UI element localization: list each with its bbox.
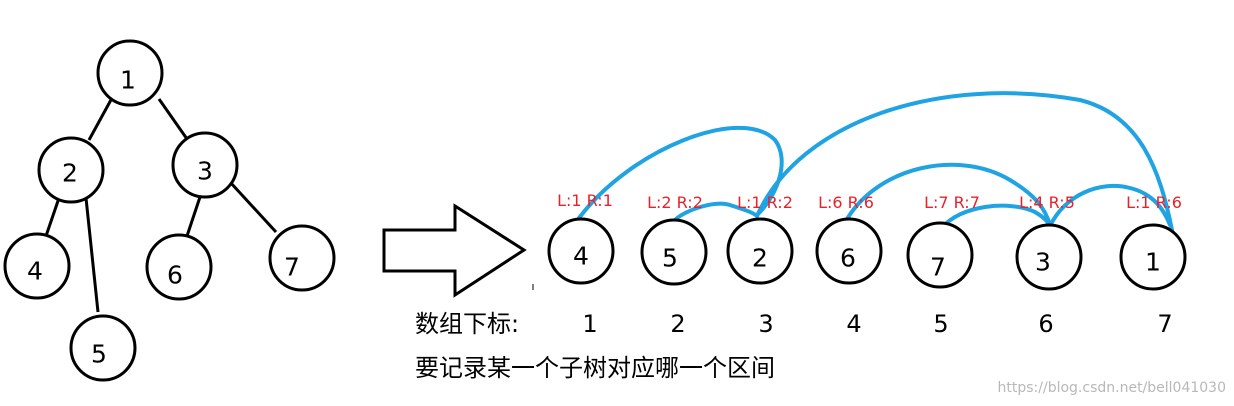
array-node-label: 7 [930,253,946,282]
tree-node-5: 5 [69,314,137,382]
array-node-3: L:1 R:2 2 [726,193,794,285]
tree-node-label: 7 [284,253,300,282]
tree-node-label: 6 [167,261,183,290]
range-label: L:2 R:2 [647,193,703,212]
tree-edge-1-3 [157,98,189,140]
array-node-label: 6 [840,244,856,273]
range-label: L:1 R:2 [737,193,793,212]
array-index: 5 [933,310,948,338]
array-node-4: L:6 R:6 6 [815,193,883,285]
tree-node-label: 1 [120,66,136,95]
array-node-label: 2 [752,244,768,273]
tree-node-label: 2 [62,159,78,188]
tree-node-label: 4 [27,257,43,286]
range-label: L:7 R:7 [924,193,980,212]
array-index: 4 [846,310,861,338]
array-index: 1 [582,310,597,338]
tree-node-6: 6 [145,233,213,301]
tree-edge-2-4 [44,197,61,237]
array-node-label: 4 [573,242,589,271]
tree-node-2: 2 [37,136,105,204]
tree-node-label: 3 [197,157,213,186]
range-label: L:4 R:5 [1019,193,1075,212]
array-node-7: L:1 R:6 1 [1119,193,1187,291]
array-index: 3 [758,310,773,338]
index-caption: 数组下标: [415,310,519,338]
array-node-5: L:7 R:7 7 [906,193,980,289]
tree-edge-3-6 [185,193,203,237]
array-node-6: L:4 R:5 3 [1015,193,1083,291]
tree-node-7: 7 [268,224,336,292]
diagram-caption: 要记录某一个子树对应哪一个区间 [415,354,775,382]
tree-node-4: 4 [3,232,71,300]
watermark: https://blog.csdn.net/bell041030 [998,380,1226,396]
range-label: L:1 R:1 [557,191,613,210]
array-index: 2 [670,310,685,338]
array-node-1: L:1 R:1 4 [547,191,615,285]
tree-edge-1-2 [87,97,114,141]
array-node-2: L:2 R:2 5 [640,193,708,286]
tree-node-3: 3 [171,131,239,199]
transform-arrow-icon [382,203,527,298]
array-node-label: 5 [662,244,678,273]
range-label: L:6 R:6 [818,193,874,212]
array-index: 6 [1038,310,1053,338]
array-node-label: 3 [1035,248,1051,277]
tree-node-1: 1 [96,39,164,107]
diagram-canvas: 1 2 3 4 5 6 7 L:1 R:1 4 L:2 R:2 5 L:1 R:… [3,39,1226,396]
array-node-label: 1 [1145,248,1161,277]
range-label: L:1 R:6 [1126,193,1182,212]
array-index: 7 [1157,310,1172,338]
tree-edge-2-5 [84,197,100,313]
tree-edge-3-7 [228,180,278,234]
tree-node-label: 5 [91,340,107,369]
